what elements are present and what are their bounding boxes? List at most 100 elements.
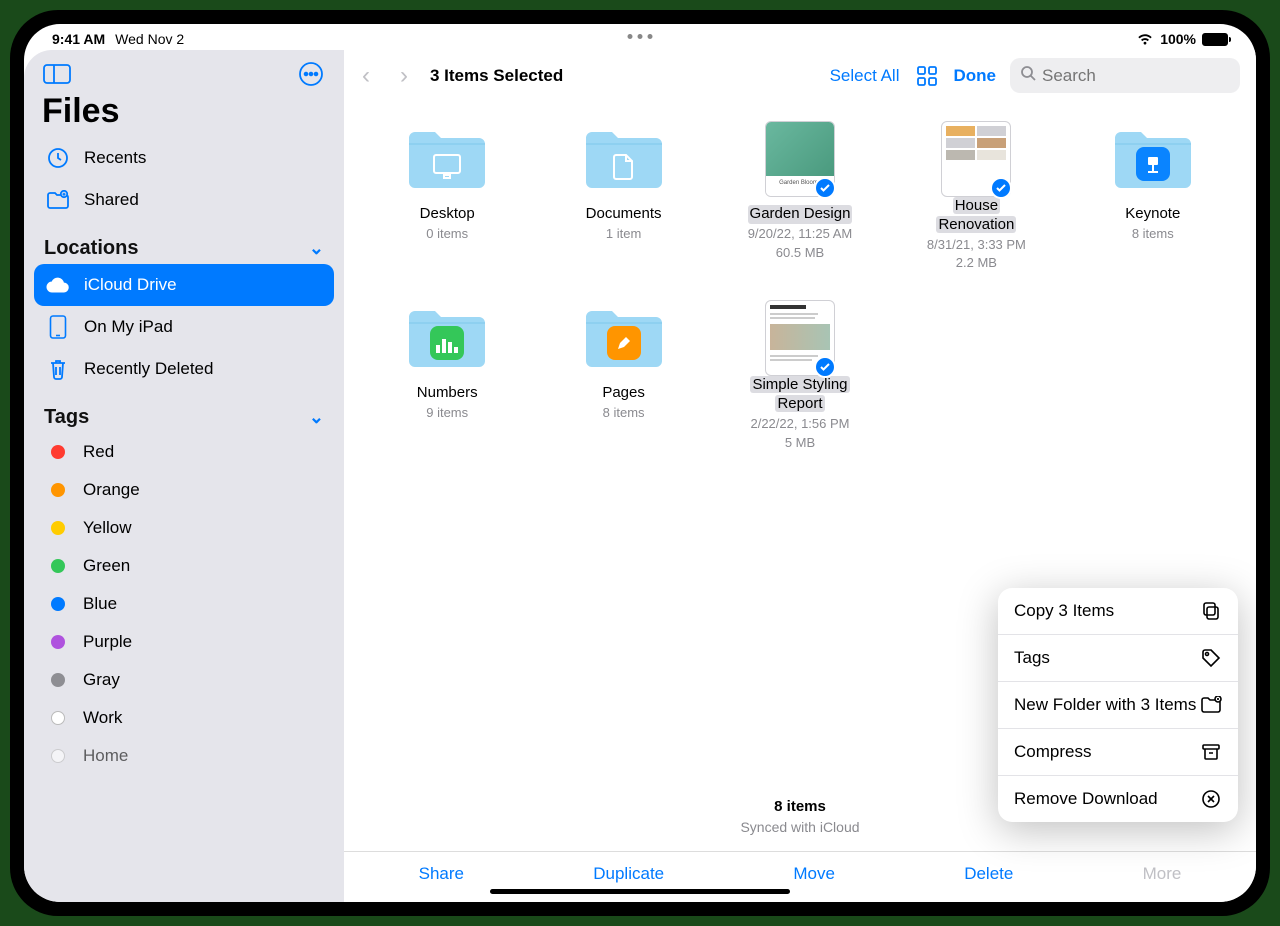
menu-copy[interactable]: Copy 3 Items (998, 588, 1238, 635)
tag-dot-icon (51, 559, 65, 573)
screen: 9:41 AM Wed Nov 2 100% (24, 24, 1256, 902)
tag-dot-icon (51, 635, 65, 649)
document-glyph-icon (613, 153, 635, 186)
tag-home[interactable]: Home (34, 737, 334, 775)
copy-icon (1200, 600, 1222, 622)
tag-purple[interactable]: Purple (34, 623, 334, 661)
file-name: Keynote (1123, 205, 1182, 224)
status-bar: 9:41 AM Wed Nov 2 100% (24, 24, 1256, 48)
selected-check-icon (814, 356, 836, 378)
file-name: Garden Design (748, 205, 853, 224)
clock-icon (46, 146, 70, 170)
trash-icon (46, 357, 70, 381)
sidebar-item-onmyipad[interactable]: On My iPad (34, 306, 334, 348)
menu-remove-download[interactable]: Remove Download (998, 776, 1238, 822)
tag-work[interactable]: Work (34, 699, 334, 737)
tag-green[interactable]: Green (34, 547, 334, 585)
forward-button[interactable]: › (392, 62, 416, 90)
archive-icon (1200, 741, 1222, 763)
file-name: HouseRenovation (936, 197, 1016, 235)
keynote-app-icon (1136, 147, 1170, 181)
file-meta: 0 items (426, 226, 468, 243)
sidebar-item-label: Recents (84, 148, 146, 168)
back-button[interactable]: ‹ (354, 62, 378, 90)
file-meta: 9/20/22, 11:25 AM (748, 226, 853, 243)
ipad-icon (46, 315, 70, 339)
move-button[interactable]: Move (793, 864, 835, 884)
file-name: Pages (600, 384, 647, 403)
file-keynote[interactable]: Keynote 8 items (1074, 121, 1232, 272)
selected-check-icon (990, 177, 1012, 199)
locations-header[interactable]: Locations ⌄ (34, 221, 334, 264)
file-documents[interactable]: Documents 1 item (544, 121, 702, 272)
file-house-renovation[interactable]: HouseRenovation 8/31/21, 3:33 PM 2.2 MB (897, 121, 1055, 272)
file-name: Documents (584, 205, 664, 224)
chevron-down-icon: ⌄ (309, 238, 324, 259)
tag-dot-icon (51, 673, 65, 687)
file-meta: 2/22/22, 1:56 PM (750, 416, 849, 433)
menu-compress[interactable]: Compress (998, 729, 1238, 776)
file-size: 2.2 MB (956, 255, 997, 272)
more-button[interactable]: More (1143, 864, 1182, 884)
share-button[interactable]: Share (419, 864, 464, 884)
tag-blue[interactable]: Blue (34, 585, 334, 623)
done-button[interactable]: Done (954, 66, 997, 86)
file-name: Simple StylingReport (750, 376, 849, 414)
duplicate-button[interactable]: Duplicate (593, 864, 664, 884)
more-options-icon[interactable] (296, 62, 326, 86)
search-field[interactable] (1010, 58, 1240, 93)
sidebar-item-icloud[interactable]: iCloud Drive (34, 264, 334, 306)
cloud-icon (46, 273, 70, 297)
sidebar-item-label: Recently Deleted (84, 359, 213, 379)
file-grid: Desktop 0 items Documents 1 item (344, 99, 1256, 452)
ipad-frame: 9:41 AM Wed Nov 2 100% (10, 10, 1270, 916)
sidebar-title: Files (34, 88, 334, 137)
remove-download-icon (1200, 788, 1222, 810)
sync-status: Synced with iCloud (344, 819, 1256, 851)
context-menu: Copy 3 Items Tags New Folder with 3 Item… (998, 588, 1238, 822)
main-content: ‹ › 3 Items Selected Select All Done (344, 50, 1256, 902)
sidebar-item-label: iCloud Drive (84, 275, 177, 295)
status-date: Wed Nov 2 (115, 31, 184, 47)
sidebar-item-label: On My iPad (84, 317, 173, 337)
sidebar-item-shared[interactable]: Shared (34, 179, 334, 221)
view-grid-icon[interactable] (914, 63, 940, 89)
sidebar-item-deleted[interactable]: Recently Deleted (34, 348, 334, 390)
wifi-icon (1136, 32, 1154, 46)
bottom-toolbar: Share Duplicate Move Delete More (344, 851, 1256, 902)
toolbar: ‹ › 3 Items Selected Select All Done (344, 50, 1256, 99)
file-meta: 9 items (426, 405, 468, 422)
menu-tags[interactable]: Tags (998, 635, 1238, 682)
sidebar-item-recents[interactable]: Recents (34, 137, 334, 179)
file-desktop[interactable]: Desktop 0 items (368, 121, 526, 272)
file-numbers[interactable]: Numbers 9 items (368, 300, 526, 451)
multitask-icon[interactable] (628, 34, 653, 39)
search-icon (1020, 65, 1036, 86)
file-name: Desktop (418, 205, 477, 224)
delete-button[interactable]: Delete (964, 864, 1013, 884)
tags-header[interactable]: Tags ⌄ (34, 390, 334, 433)
tag-dot-icon (51, 711, 65, 725)
search-input[interactable] (1042, 66, 1256, 86)
sidebar-toggle-icon[interactable] (42, 62, 72, 86)
tag-orange[interactable]: Orange (34, 471, 334, 509)
tag-yellow[interactable]: Yellow (34, 509, 334, 547)
file-garden-design[interactable]: Garden Blooms Garden Design 9/20/22, 11:… (721, 121, 879, 272)
tag-dot-icon (51, 483, 65, 497)
file-styling-report[interactable]: Simple StylingReport 2/22/22, 1:56 PM 5 … (721, 300, 879, 451)
home-indicator[interactable] (490, 889, 790, 894)
battery-percent: 100% (1160, 31, 1196, 47)
tag-dot-icon (51, 597, 65, 611)
tag-red[interactable]: Red (34, 433, 334, 471)
select-all-button[interactable]: Select All (830, 66, 900, 86)
selected-check-icon (814, 177, 836, 199)
folder-plus-icon (1200, 694, 1222, 716)
selection-title: 3 Items Selected (430, 66, 563, 86)
menu-new-folder[interactable]: New Folder with 3 Items (998, 682, 1238, 729)
numbers-app-icon (430, 326, 464, 360)
file-pages[interactable]: Pages 8 items (544, 300, 702, 451)
tag-gray[interactable]: Gray (34, 661, 334, 699)
tag-icon (1200, 647, 1222, 669)
pages-app-icon (607, 326, 641, 360)
file-size: 5 MB (785, 435, 815, 452)
